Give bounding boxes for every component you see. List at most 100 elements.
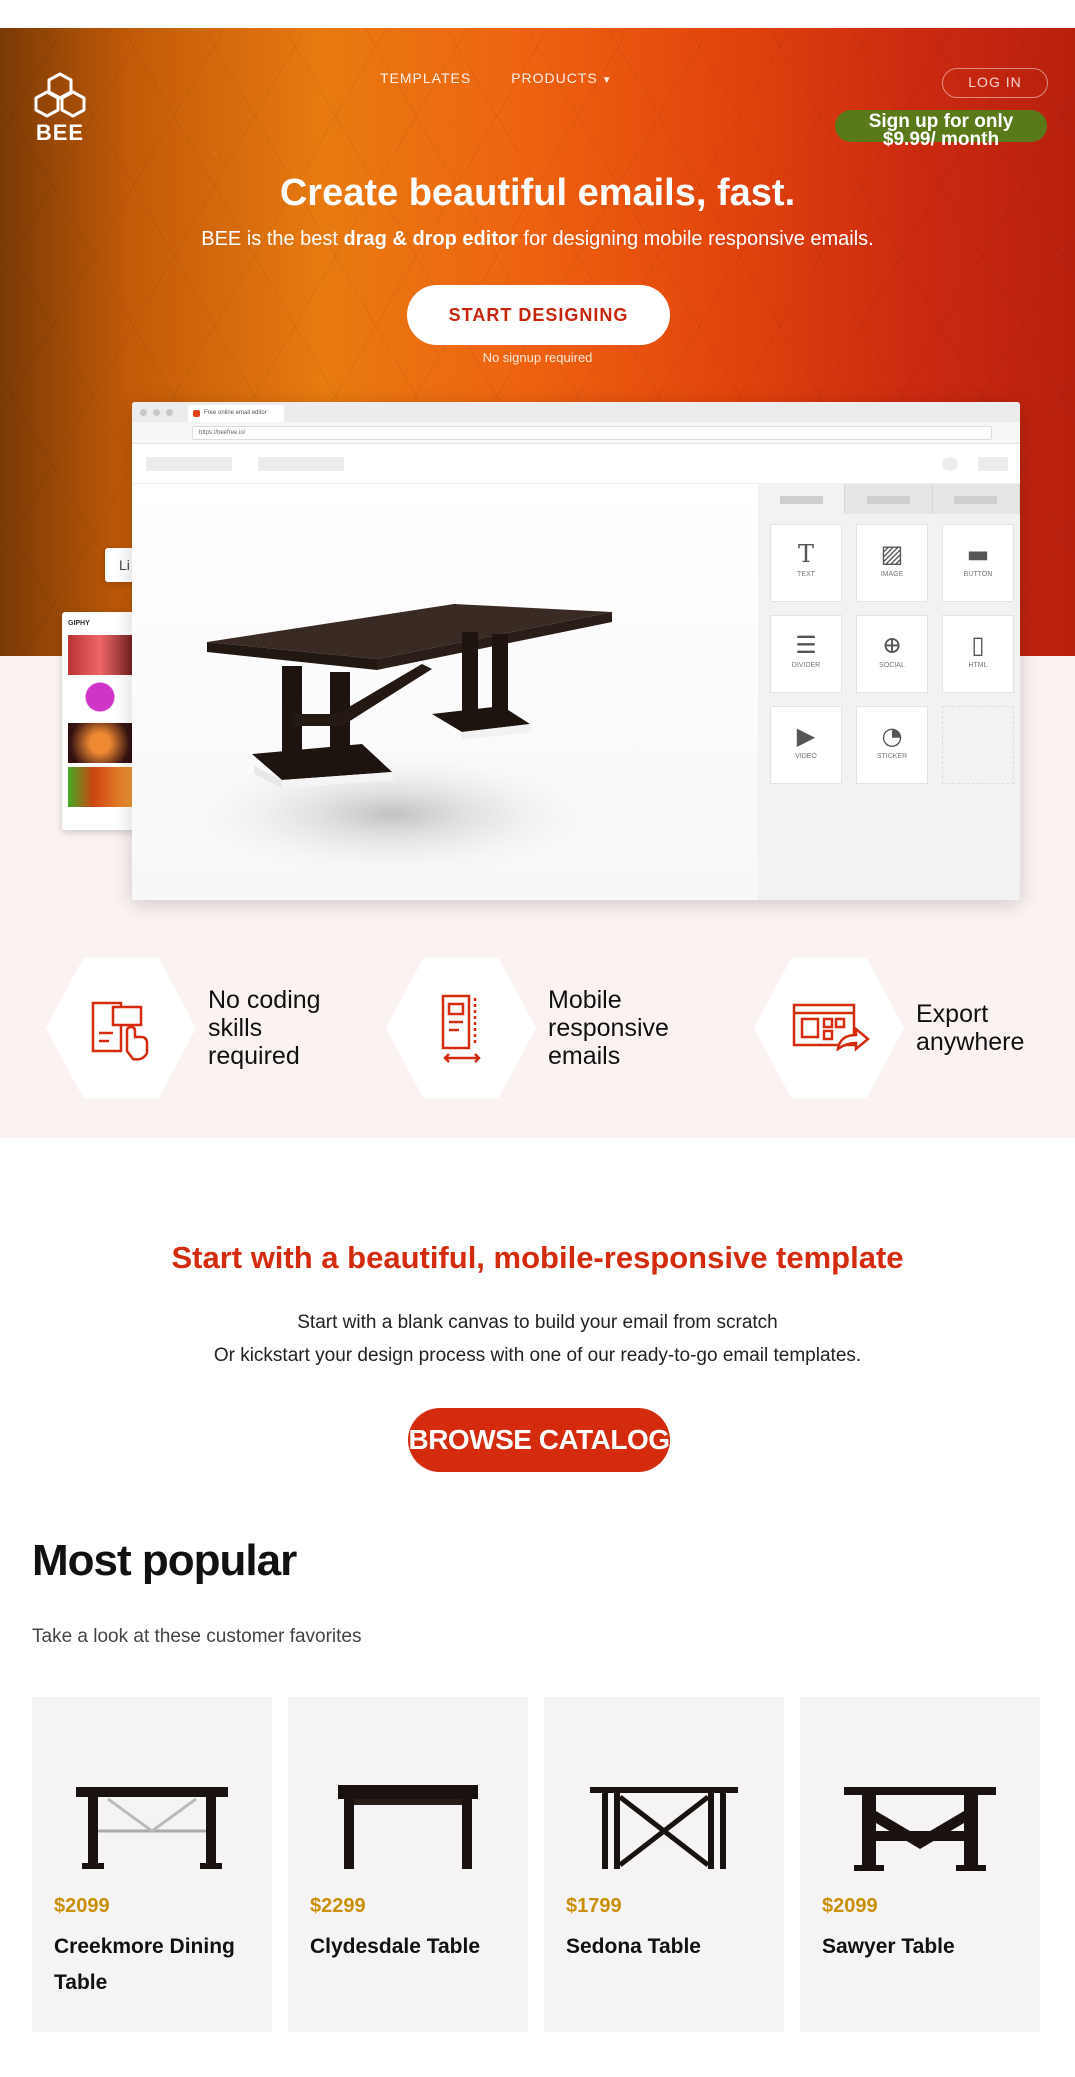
content-blocks: T TEXT ▨ IMAGE ▬ BUTTON ☰ DIVIDER ⊕ SOCIAL ▯ H… [758,514,1020,794]
feature-line: emails [548,1042,621,1070]
text-icon: T [797,540,814,568]
block-sticker[interactable]: ◔ STICKER [856,706,928,784]
panel-tabs [758,484,1020,514]
hero-subtitle-post: for designing mobile responsive emails. [518,228,874,250]
login-button[interactable]: LOG IN [942,68,1048,98]
divider-icon: ☰ [795,631,817,659]
block-social[interactable]: ⊕ SOCIAL [856,615,928,693]
product-image [590,1787,738,1869]
browser-chrome: Free online email editor [132,402,1020,422]
browser-tab: Free online email editor [188,405,284,422]
hero-subtitle: BEE is the best drag & drop editor for d… [0,228,1075,251]
block-label: IMAGE [880,571,904,578]
product-price: $2299 [310,1895,366,1917]
product-image [76,1787,228,1869]
block-text[interactable]: T TEXT [770,524,842,602]
block-button[interactable]: ▬ BUTTON [942,524,1014,602]
block-label: DIVIDER [791,662,821,669]
feature-hex [386,950,536,1106]
window-dots [140,409,173,416]
gif-thumbnail[interactable] [68,723,132,763]
gif-thumbnail[interactable] [68,767,132,807]
gif-thumbnail[interactable] [68,679,132,719]
promo-line-2: $9.99/ month [882,129,1000,150]
block-image[interactable]: ▨ IMAGE [856,524,928,602]
product-image [338,1785,478,1869]
block-divider[interactable]: ☰ DIVIDER [770,615,842,693]
block-label: HTML [968,662,988,669]
top-strip [0,0,1075,28]
block-label: VIDEO [795,753,817,760]
social-icon: ⊕ [881,631,903,659]
nav-products-label: PRODUCTS [511,70,598,86]
feature-hex [46,950,196,1106]
feature-label: Mobile responsive emails [548,986,669,1070]
start-designing-button[interactable]: START DESIGNING [407,285,670,345]
no-signup-note: No signup required [482,350,593,365]
hero-title: Create beautiful emails, fast. [279,172,796,214]
block-label: BUTTON [963,571,993,578]
product-price: $2099 [54,1895,110,1917]
content-panel: T TEXT ▨ IMAGE ▬ BUTTON ☰ DIVIDER ⊕ SOCIAL ▯ H… [758,484,1020,900]
product-card[interactable]: $2099 Sawyer Table [800,1697,1040,2032]
product-name[interactable]: Clydesdale Table [310,1929,510,1965]
mobile-icon [441,994,481,1063]
table-image [162,604,622,884]
nav-products[interactable]: PRODUCTS ▼ [511,70,612,86]
export-icon [792,1003,870,1052]
html-icon: ▯ [971,631,985,659]
block-label: TEXT [797,571,815,578]
video-icon: ▶ [796,722,816,750]
templates-title: Start with a beautiful, mobile-responsiv… [171,1240,904,1275]
panel-tab[interactable] [758,484,846,514]
editor-canvas[interactable] [132,484,758,900]
feature-line: Export [916,1000,989,1028]
nav-templates[interactable]: TEMPLATES [380,70,471,86]
feature-mobile: Mobile responsive emails [386,950,669,1106]
promo-badge[interactable]: Sign up for only $9.99/ month [835,110,1047,149]
browse-catalog-button[interactable]: BROWSE CATALOG [408,1408,670,1472]
templates-line-2: Or kickstart your design process with on… [213,1345,862,1366]
feature-label: No coding skills required [208,986,321,1070]
nav-templates-label: TEMPLATES [380,70,472,86]
bee-logo[interactable]: BEE [30,72,90,146]
address-bar: https://beefree.io/ [132,422,1020,444]
most-popular-title: Most popular [32,1536,297,1585]
block-video[interactable]: ▶ VIDEO [770,706,842,784]
templates-line-1: Start with a blank canvas to build your … [297,1312,778,1333]
product-card[interactable]: $1799 Sedona Table [544,1697,784,2032]
giphy-label: GIPHY [68,620,90,627]
feature-no-code: No coding skills required [46,950,321,1106]
product-name[interactable]: Sedona Table [566,1929,766,1965]
block-label: SOCIAL [879,662,905,669]
block-empty [942,706,1014,784]
image-icon: ▨ [880,540,904,568]
block-html[interactable]: ▯ HTML [942,615,1014,693]
product-card[interactable]: $2099 Creekmore Dining Table [32,1697,272,2032]
feature-line: No coding [208,986,321,1014]
editor-preview: Free online email editor https://beefree… [132,402,1020,900]
product-name[interactable]: Sawyer Table [822,1929,1022,1965]
hero-subtitle-pre: BEE is the best [201,228,344,250]
feature-line: skills [208,1014,263,1042]
giphy-panel[interactable]: GIPHY [62,612,138,830]
product-image [844,1787,996,1871]
feature-line: Mobile [548,986,622,1014]
most-popular-subtitle: Take a look at these customer favorites [32,1626,362,1647]
feature-label: Export anywhere [916,1000,1024,1056]
feature-export: Export anywhere [754,950,1024,1106]
panel-tab[interactable] [845,484,933,514]
hero-subtitle-bold: drag & drop editor [343,228,518,250]
panel-tab[interactable] [933,484,1020,514]
feature-hex [754,950,904,1106]
feature-line: anywhere [916,1028,1025,1056]
gif-thumbnail[interactable] [68,635,132,675]
url-field: https://beefree.io/ [192,426,992,440]
product-name[interactable]: Creekmore Dining Table [54,1929,254,2001]
main-nav: TEMPLATES PRODUCTS ▼ [380,70,613,86]
sticker-icon: ◔ [881,722,903,750]
product-price: $1799 [566,1895,622,1917]
editor-toolbar [132,444,1020,484]
product-card[interactable]: $2299 Clydesdale Table [288,1697,528,2032]
button-icon: ▬ [966,540,990,568]
